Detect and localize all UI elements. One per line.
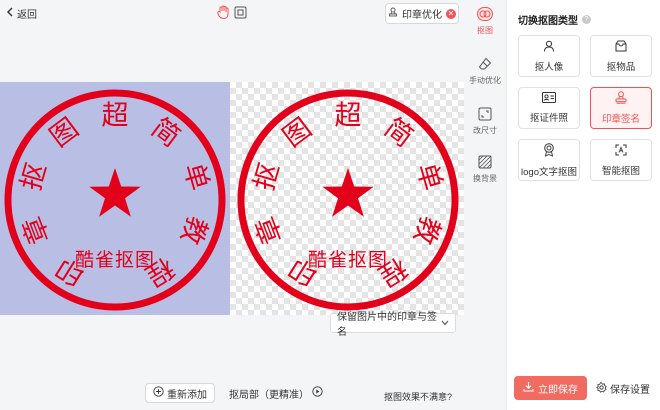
type-smart[interactable]: 智能抠图 bbox=[590, 139, 652, 181]
tool-background-label: 换背景 bbox=[473, 174, 497, 183]
save-settings-label: 保存设置 bbox=[610, 385, 650, 396]
feedback-link[interactable]: 抠图效果不满意? bbox=[384, 390, 452, 403]
type-id-photo[interactable]: 抠证件照 bbox=[518, 87, 580, 129]
panel-title-text: 切换抠图类型 bbox=[518, 16, 578, 27]
resize-icon bbox=[477, 106, 493, 122]
type-portrait-label: 抠人像 bbox=[534, 61, 564, 73]
type-object[interactable]: 抠物品 bbox=[590, 35, 652, 77]
seal-bottom-text: 酷雀抠图 bbox=[75, 249, 155, 271]
eraser-icon bbox=[477, 56, 493, 72]
play-circle-icon bbox=[312, 386, 323, 400]
seal-optimize-label: 印章优化 bbox=[402, 10, 442, 21]
type-portrait[interactable]: 抠人像 bbox=[518, 35, 580, 77]
fit-screen-icon[interactable] bbox=[233, 5, 247, 19]
seal-arc-char: 教 bbox=[407, 212, 446, 248]
tool-cutout[interactable]: 抠图 bbox=[466, 6, 504, 36]
download-icon bbox=[523, 381, 534, 395]
panel-title: 切换抠图类型 ? bbox=[518, 12, 591, 27]
id-card-icon bbox=[542, 92, 556, 106]
gear-icon bbox=[596, 381, 607, 396]
plus-circle-icon bbox=[153, 386, 164, 400]
tool-cutout-label: 抠图 bbox=[477, 26, 493, 35]
seal-optimize-button[interactable]: 印章优化 ✕ bbox=[385, 3, 459, 24]
badge-icon bbox=[543, 142, 555, 160]
seal-arc-char: 超 bbox=[335, 101, 362, 132]
hand-tool-icon[interactable] bbox=[216, 5, 230, 19]
seal-arc-char: 章 bbox=[250, 212, 289, 248]
type-object-label: 抠物品 bbox=[606, 61, 636, 73]
keep-mode-value: 保留图片中的印章与签名 bbox=[337, 312, 437, 338]
stamp-icon bbox=[388, 7, 398, 20]
seal-arc-char: 单 bbox=[410, 160, 447, 194]
stamp-icon bbox=[615, 91, 627, 107]
save-now-label: 立即保存 bbox=[538, 384, 578, 396]
seal-bottom-text: 酷雀抠图 bbox=[308, 249, 388, 271]
background-icon bbox=[477, 154, 493, 170]
seal-arc-char: 超 bbox=[102, 101, 129, 132]
seal-arc-char: 单 bbox=[177, 160, 214, 194]
original-image-panel: 印章抠图超简单教程酷雀抠图 bbox=[0, 82, 230, 315]
tool-column: 抠图 手动优化 改尺寸 换背景 bbox=[466, 0, 504, 410]
type-logo-text-label: logo文字抠图 bbox=[521, 166, 577, 178]
type-logo-text[interactable]: logo文字抠图 bbox=[518, 139, 580, 181]
result-seal: 印章抠图超简单教程酷雀抠图 bbox=[237, 89, 459, 311]
seal-star bbox=[89, 168, 141, 217]
keep-mode-select[interactable]: 保留图片中的印章与签名 bbox=[330, 312, 456, 338]
cutout-icon bbox=[477, 6, 493, 22]
original-seal: 印章抠图超简单教程酷雀抠图 bbox=[4, 89, 226, 311]
seal-arc-char: 教 bbox=[174, 212, 213, 248]
close-badge-icon[interactable]: ✕ bbox=[446, 8, 456, 19]
type-id-photo-label: 抠证件照 bbox=[529, 113, 568, 124]
seal-arc-char: 抠 bbox=[249, 160, 286, 194]
tool-manual-optimize-label: 手动优化 bbox=[469, 76, 501, 85]
tool-resize-label: 改尺寸 bbox=[473, 126, 497, 135]
tool-resize[interactable]: 改尺寸 bbox=[466, 106, 504, 136]
back-label: 返回 bbox=[17, 10, 37, 21]
result-image-panel: 印章抠图超简单教程酷雀抠图 bbox=[230, 82, 464, 315]
partial-cutout-label: 抠局部（更精准） bbox=[229, 389, 309, 401]
seal-arc-char: 抠 bbox=[16, 160, 53, 194]
save-settings-button[interactable]: 保存设置 bbox=[596, 381, 650, 396]
save-now-button[interactable]: 立即保存 bbox=[514, 376, 587, 400]
smart-scan-icon bbox=[615, 144, 627, 159]
back-button[interactable]: 返回 bbox=[6, 6, 37, 21]
type-seal-signature[interactable]: 印章签名 bbox=[590, 87, 652, 129]
person-icon bbox=[543, 40, 555, 55]
tool-background[interactable]: 换背景 bbox=[466, 154, 504, 184]
chevron-down-icon bbox=[441, 318, 449, 329]
re-add-label: 重新添加 bbox=[167, 389, 207, 401]
re-add-button[interactable]: 重新添加 bbox=[145, 383, 215, 403]
box-icon bbox=[615, 40, 627, 55]
type-smart-label: 智能抠图 bbox=[601, 165, 640, 177]
partial-cutout-button[interactable]: 抠局部（更精准） bbox=[229, 383, 323, 403]
type-seal-signature-label: 印章签名 bbox=[601, 114, 640, 125]
help-icon[interactable]: ? bbox=[582, 15, 591, 24]
seal-arc-char: 章 bbox=[17, 212, 56, 248]
chevron-left-icon bbox=[6, 7, 14, 20]
seal-star bbox=[322, 168, 374, 217]
tool-manual-optimize[interactable]: 手动优化 bbox=[466, 56, 504, 86]
